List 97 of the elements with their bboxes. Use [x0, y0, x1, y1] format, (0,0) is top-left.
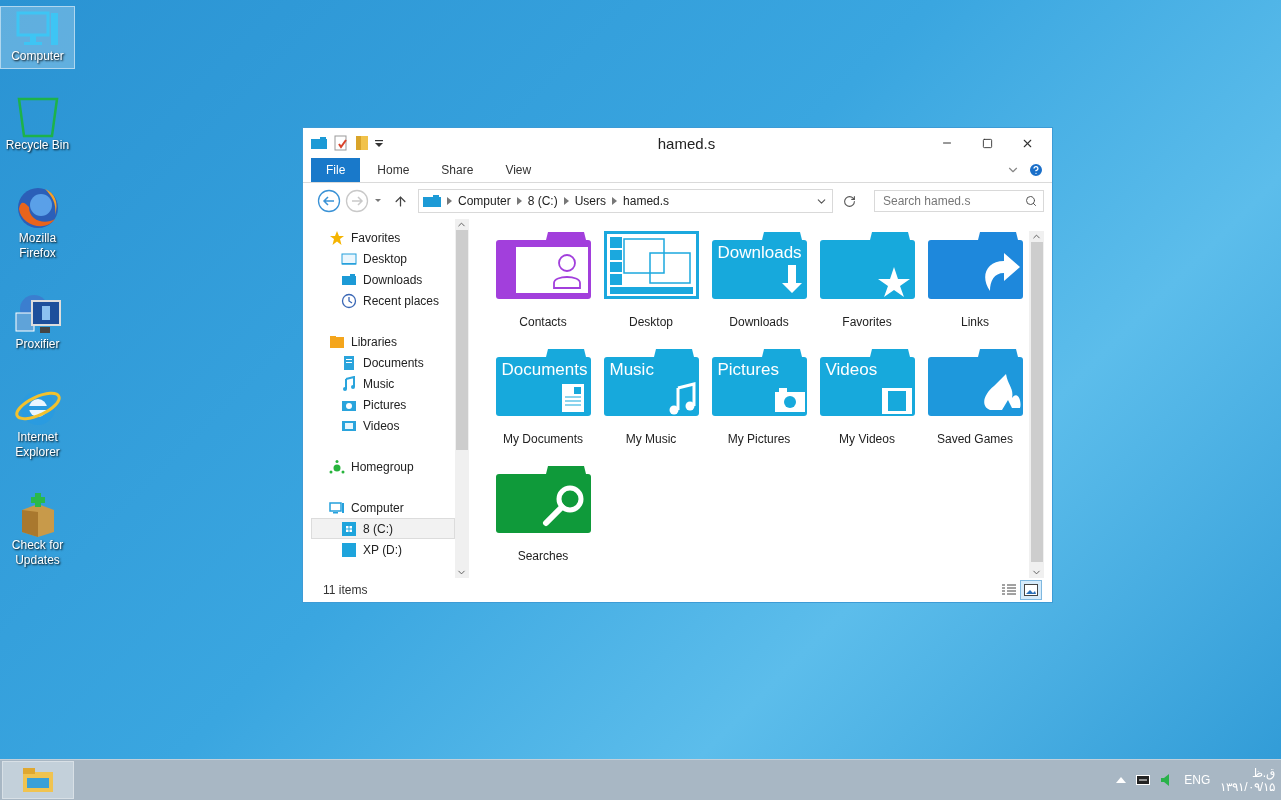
desktop-icon-label: Check for Updates — [10, 538, 65, 568]
folder-label: Desktop — [629, 315, 673, 329]
details-list-icon — [1002, 584, 1016, 596]
nav-item[interactable]: Videos — [311, 415, 455, 436]
folder-item[interactable]: Pictures My Pictures — [705, 348, 813, 465]
nav-item[interactable]: Computer — [311, 497, 455, 518]
scrollbar[interactable] — [454, 219, 469, 578]
desktop-icon-label: Mozilla Firefox — [17, 231, 58, 261]
folder-icon — [341, 271, 357, 288]
nav-item[interactable]: Pictures — [311, 394, 455, 415]
search-field[interactable]: Search hamed.s — [874, 190, 1044, 212]
folder-icon — [355, 135, 369, 151]
refresh-button[interactable] — [843, 194, 856, 208]
ribbon-tab[interactable]: Share — [426, 158, 489, 182]
chevron-right-icon — [447, 197, 452, 205]
folder-icon — [21, 766, 55, 794]
large-icons-view-button[interactable] — [1020, 580, 1042, 600]
desktop-icon-label: Internet Explorer — [14, 430, 61, 460]
trash-icon — [15, 96, 60, 138]
address-bar[interactable]: Computer 8 (C:) Users hamed.s — [418, 189, 833, 213]
desktop-icon-label: Recycle Bin — [4, 138, 71, 153]
folder-item[interactable]: Downloads Downloads — [705, 231, 813, 348]
folder-label: My Pictures — [727, 432, 791, 446]
desktop-icon-label: Computer — [10, 49, 65, 64]
ribbon-tab[interactable]: Home — [362, 158, 425, 182]
ribbon-tab[interactable]: File — [311, 158, 361, 182]
folder-item[interactable]: Contacts — [489, 231, 597, 348]
clock-icon — [341, 292, 357, 309]
history-dropdown-icon[interactable] — [373, 198, 383, 204]
nav-item[interactable]: Favorites — [311, 227, 455, 248]
breadcrumb[interactable]: Computer — [458, 194, 511, 208]
drive-icon — [341, 541, 357, 558]
folder-item[interactable]: Videos My Videos — [813, 348, 921, 465]
folder-caption: Pictures — [717, 360, 779, 379]
folder-label: Searches — [517, 549, 569, 563]
nav-item[interactable]: Downloads — [311, 269, 455, 290]
folder-item[interactable]: Favorites — [813, 231, 921, 348]
nav-item[interactable]: Homegroup — [311, 456, 455, 477]
monitor-icon — [341, 250, 357, 267]
drive-icon — [341, 520, 357, 537]
nav-item[interactable]: Music — [311, 373, 455, 394]
battery-icon[interactable] — [1136, 775, 1151, 785]
nav-item[interactable]: Libraries — [311, 331, 455, 352]
document-icon — [341, 354, 357, 371]
homegroup-icon — [329, 458, 345, 475]
folder-icon — [329, 333, 345, 350]
folder-caption: Videos — [825, 360, 878, 379]
folder-caption: Documents — [501, 360, 588, 379]
music-note-icon — [341, 375, 357, 392]
nav-item[interactable]: XP (D:) — [311, 539, 455, 560]
folder-item[interactable]: Desktop — [597, 231, 705, 348]
folder-label: Downloads — [729, 315, 789, 329]
breadcrumb[interactable]: 8 (C:) — [527, 194, 558, 208]
folder-caption: Downloads — [717, 243, 802, 262]
folder-label: My Videos — [839, 432, 895, 446]
dropdown-icon — [375, 139, 383, 147]
show-hidden-icons-button[interactable] — [1116, 777, 1127, 783]
folder-label: My Music — [625, 432, 677, 446]
scrollbar[interactable] — [1029, 231, 1044, 578]
maximize-icon — [981, 137, 993, 149]
folder-caption: Music — [609, 360, 654, 379]
folder-icon — [423, 195, 441, 207]
folder-icon — [311, 137, 327, 149]
star-icon — [329, 229, 345, 246]
up-button[interactable] — [393, 193, 408, 209]
ribbon-tab[interactable]: View — [490, 158, 547, 182]
breadcrumb[interactable]: Users — [574, 194, 607, 208]
folder-item[interactable]: Music My Music — [597, 348, 705, 465]
folder-label: Links — [961, 315, 989, 329]
clock-date: ۱۳۹۱/۰۹/۱۵ — [1220, 780, 1275, 794]
clock-time: ق.ظ — [1251, 766, 1275, 780]
nav-item[interactable]: Desktop — [311, 248, 455, 269]
back-button[interactable] — [317, 189, 341, 213]
item-count: 11 items — [323, 583, 369, 597]
help-icon[interactable] — [1028, 162, 1044, 178]
window-title: hamed.s — [656, 134, 717, 152]
nav-item[interactable]: Documents — [311, 352, 455, 373]
folder-label: My Documents — [503, 432, 583, 446]
image-icon — [1024, 584, 1038, 596]
folder-label: Saved Games — [936, 432, 1013, 446]
nav-item[interactable]: 8 (C:) — [311, 518, 455, 539]
chevron-right-icon — [516, 197, 522, 205]
search-icon[interactable] — [1025, 195, 1037, 207]
folder-item[interactable]: Saved Games — [921, 348, 1029, 465]
chevron-right-icon — [612, 197, 618, 205]
folder-label: Favorites — [842, 315, 892, 329]
desktop-icon-label: Proxifier — [14, 337, 61, 352]
document-icon — [333, 135, 349, 151]
breadcrumb[interactable]: hamed.s — [623, 194, 670, 208]
folder-label: Contacts — [519, 315, 567, 329]
nav-item[interactable]: Recent places — [311, 290, 455, 311]
file-explorer-taskbar-button[interactable] — [2, 761, 74, 799]
folder-item[interactable]: Links — [921, 231, 1029, 348]
folder-item[interactable]: Documents My Documents — [489, 348, 597, 465]
monitor-icon — [329, 499, 345, 516]
folder-item[interactable]: Searches — [489, 465, 597, 582]
chevron-right-icon — [563, 197, 569, 205]
